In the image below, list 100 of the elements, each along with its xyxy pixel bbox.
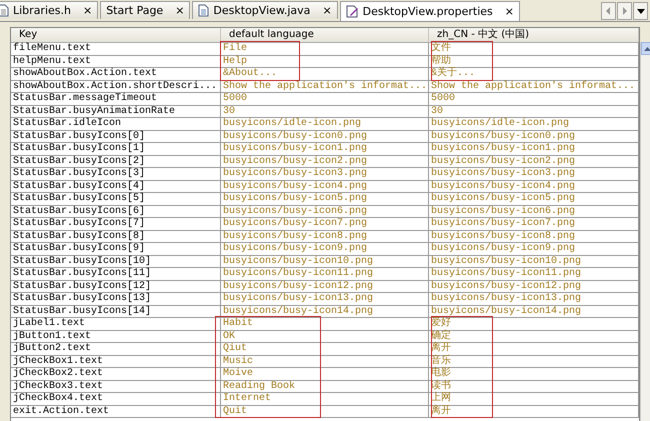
value-text: Habit	[223, 318, 254, 330]
value-text: busyicons/busy-icon9.png	[223, 243, 368, 254]
value-text: busyicons/idle-icon.png	[431, 118, 570, 130]
key-text: StatusBar.busyIcons[10]	[13, 256, 152, 267]
key-text: StatusBar.busyIcons[7]	[13, 218, 146, 230]
editor-tab[interactable]: Start Page ×	[100, 1, 190, 19]
key-text: showAboutBox.Action.shortDescri...	[13, 80, 218, 92]
value-text: busyicons/busy-icon12.png	[223, 280, 374, 292]
value-text: busyicons/busy-icon14.png	[223, 306, 374, 317]
key-text: StatusBar.busyAnimationRate	[13, 106, 176, 117]
key-text: StatusBar.busyIcons[3]	[13, 168, 146, 180]
key-text: jCheckBox3.text	[13, 380, 104, 392]
value-text: busyicons/busy-icon4.png	[431, 180, 576, 192]
value-text: 30	[223, 106, 236, 117]
value-text: busyicons/busy-icon10.png	[431, 256, 582, 267]
key-text: StatusBar.busyIcons[9]	[13, 243, 146, 254]
value-text: busyicons/busy-icon8.png	[431, 230, 576, 242]
close-icon[interactable]: ×	[504, 5, 514, 18]
caret-icon	[636, 8, 644, 14]
value-text: Quit	[223, 406, 248, 417]
value-text: busyicons/busy-icon8.png	[223, 230, 368, 242]
value-text: 离开	[431, 343, 451, 354]
key-text: showAboutBox.Action.text	[13, 68, 158, 80]
close-icon[interactable]: ×	[175, 4, 184, 17]
key-text: StatusBar.messageTimeout	[13, 93, 158, 104]
value-text: Reading Book	[223, 380, 296, 392]
key-text: StatusBar.busyIcons[6]	[13, 206, 146, 217]
up-arrow-icon	[644, 46, 650, 50]
key-text: jButton1.text	[13, 330, 92, 342]
key-text: jCheckBox2.text	[13, 368, 104, 380]
value-text: 30	[431, 106, 444, 117]
value-text: OK	[223, 330, 236, 342]
value-text: busyicons/busy-icon11.png	[431, 268, 582, 280]
value-text: &About...	[223, 68, 278, 80]
value-text: 文件	[431, 43, 451, 54]
value-text: busyicons/busy-icon0.png	[223, 130, 368, 142]
key-text: StatusBar.busyIcons[0]	[13, 130, 146, 142]
key-text: StatusBar.busyIcons[13]	[13, 293, 152, 304]
key-text: StatusBar.busyIcons[4]	[13, 180, 146, 192]
value-text: busyicons/busy-icon1.png	[431, 143, 576, 154]
vertical-scrollbar[interactable]	[640, 42, 650, 421]
value-text: Qiut	[223, 343, 248, 354]
key-text: StatusBar.busyIcons[14]	[13, 306, 152, 317]
value-text: busyicons/busy-icon11.png	[223, 268, 374, 280]
value-text: busyicons/busy-icon9.png	[431, 243, 576, 254]
left-arrow-icon	[606, 7, 611, 15]
value-text: Show the application's informat...	[431, 80, 636, 92]
scroll-up-button[interactable]	[641, 42, 650, 55]
close-icon[interactable]: ×	[82, 4, 92, 17]
value-text: 上网	[431, 393, 451, 404]
value-text: busyicons/busy-icon3.png	[223, 168, 368, 180]
value-text: busyicons/busy-icon13.png	[223, 293, 374, 304]
value-text: Internet	[223, 393, 272, 404]
value-text: File	[223, 43, 248, 54]
key-text: StatusBar.busyIcons[2]	[13, 156, 146, 167]
value-text: 离开	[431, 406, 451, 417]
value-text: 帮助	[431, 56, 451, 67]
close-icon[interactable]: ×	[322, 4, 332, 17]
value-text: 爱好	[431, 318, 451, 330]
value-text: busyicons/busy-icon0.png	[431, 130, 576, 142]
value-text: busyicons/busy-icon7.png	[431, 218, 576, 230]
value-text: busyicons/idle-icon.png	[223, 118, 362, 130]
value-text: busyicons/busy-icon6.png	[223, 206, 368, 217]
value-text: Moive	[223, 368, 254, 380]
value-text: 5000	[431, 93, 456, 104]
key-text: StatusBar.idleIcon	[13, 118, 122, 130]
key-text: exit.Action.text	[13, 406, 110, 417]
column-header[interactable]: default language	[221, 28, 429, 42]
value-text: busyicons/busy-icon7.png	[223, 218, 368, 230]
value-text: busyicons/busy-icon13.png	[431, 293, 582, 304]
highlight-frame	[431, 41, 493, 80]
editor-tab[interactable]: DesktopView.properties ×	[340, 1, 520, 21]
value-text: 5000	[223, 93, 248, 104]
key-text: StatusBar.busyIcons[5]	[13, 193, 146, 204]
value-text: busyicons/busy-icon14.png	[431, 306, 582, 317]
editor-tab[interactable]: Libraries.h ×	[0, 1, 98, 19]
value-text: Show the application's informat...	[223, 80, 428, 92]
value-text: 确定	[431, 330, 451, 342]
value-text: 读书	[431, 380, 451, 392]
value-text: busyicons/busy-icon6.png	[431, 206, 576, 217]
document-pencil-icon	[346, 5, 359, 18]
editor-tab[interactable]: DesktopView.java ×	[192, 1, 338, 19]
key-text: fileMenu.text	[13, 43, 92, 54]
value-text: 音乐	[431, 356, 451, 367]
value-text: busyicons/busy-icon12.png	[431, 280, 582, 292]
file-icon	[198, 4, 210, 17]
value-text: busyicons/busy-icon5.png	[431, 193, 576, 204]
value-text: busyicons/busy-icon3.png	[431, 168, 576, 180]
value-text: busyicons/busy-icon2.png	[223, 156, 368, 167]
key-text: StatusBar.busyIcons[12]	[13, 280, 152, 292]
key-text: jCheckBox1.text	[13, 356, 104, 367]
value-text: Help	[223, 56, 248, 67]
key-text: jCheckBox4.text	[13, 393, 104, 404]
value-text: busyicons/busy-icon2.png	[431, 156, 576, 167]
scroll-left-button[interactable]	[601, 2, 616, 20]
column-header[interactable]: zh_CN - 中文 (中国)	[429, 28, 639, 42]
value-text: busyicons/busy-icon5.png	[223, 193, 368, 204]
right-arrow-icon	[622, 7, 627, 15]
column-header[interactable]: Key	[11, 28, 221, 42]
tab-list-button[interactable]	[633, 2, 648, 20]
